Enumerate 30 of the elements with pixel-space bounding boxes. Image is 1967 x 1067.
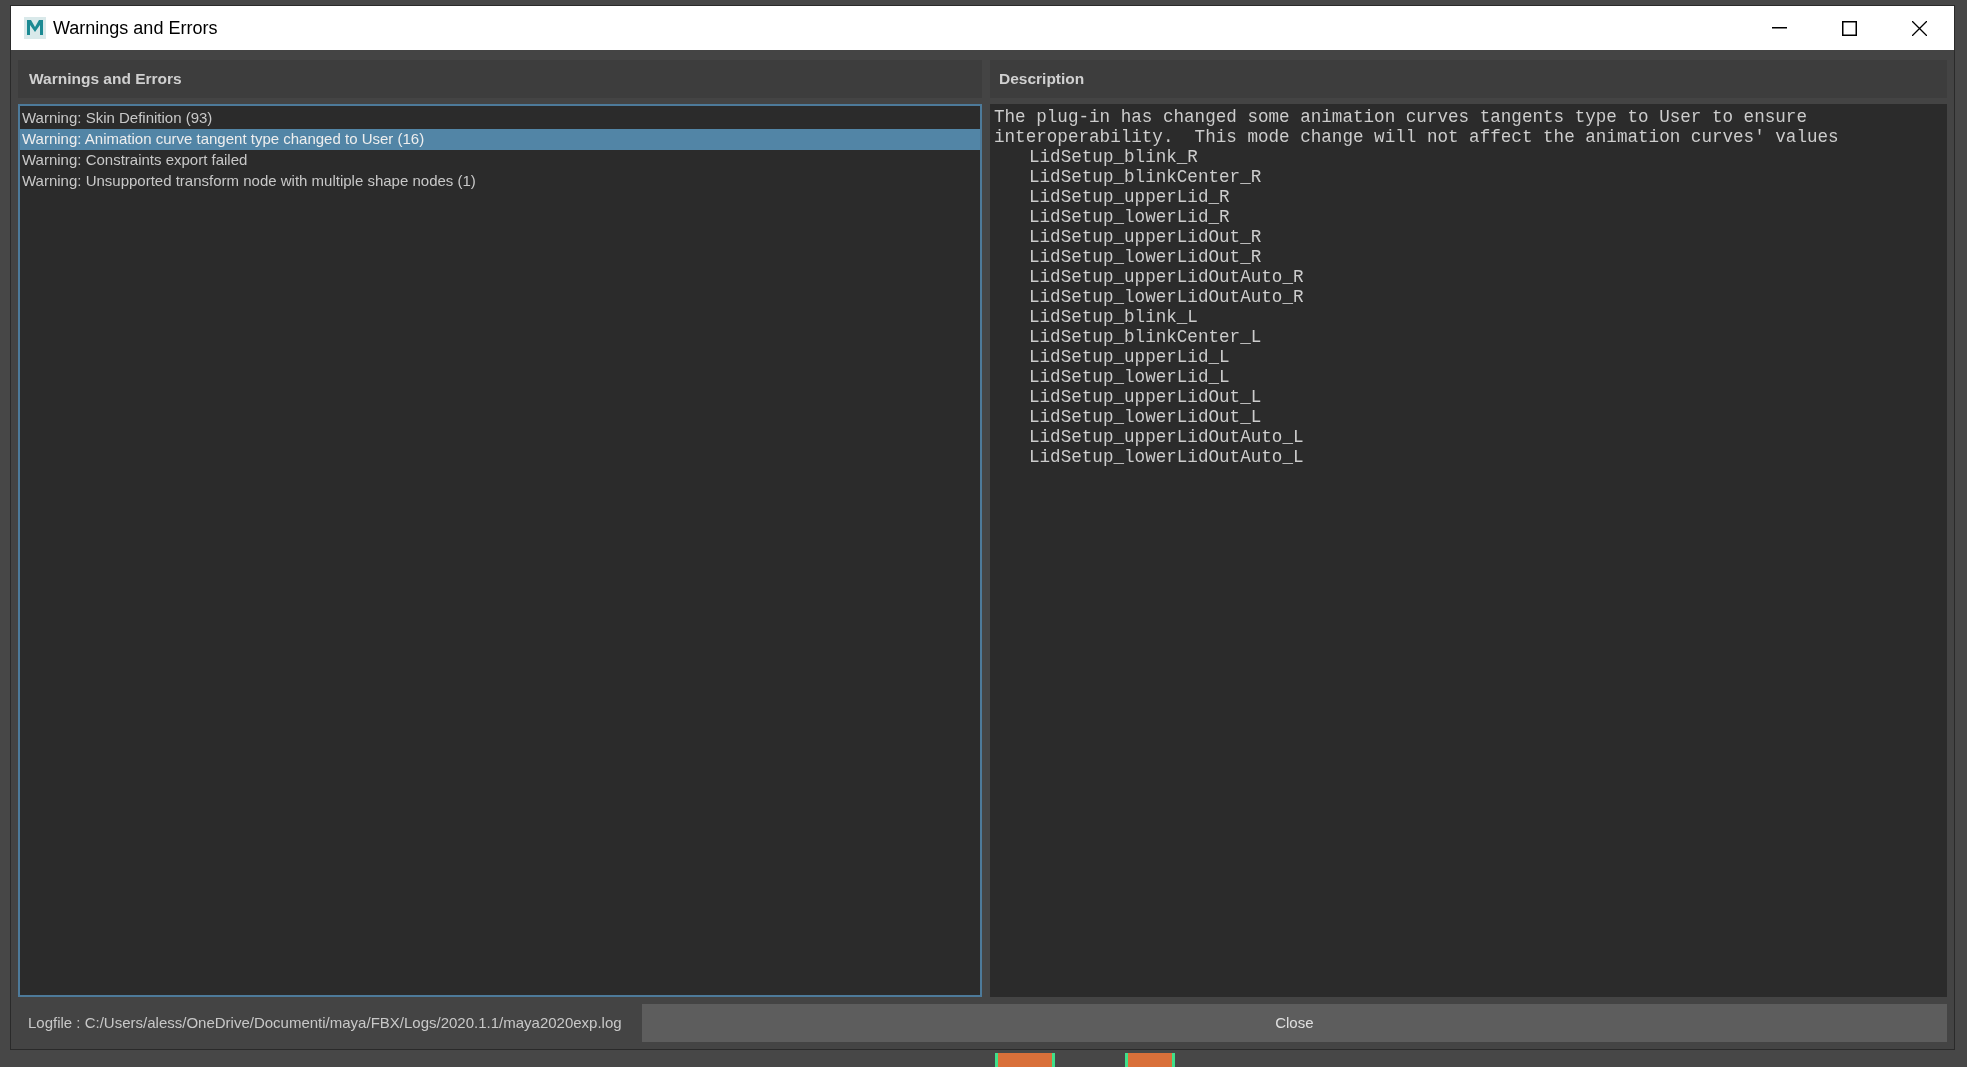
node-name: LidSetup_lowerLidOutAuto_L — [1028, 447, 1305, 467]
window-title: Warnings and Errors — [53, 16, 218, 40]
warning-item[interactable]: Warning: Animation curve tangent type changed to User (16) — [20, 129, 980, 150]
warning-item[interactable]: Warning: Unsupported transform node with multiple shape nodes (1) — [20, 171, 980, 192]
node-name: LidSetup_lowerLidOutAuto_R — [1028, 287, 1305, 307]
node-name: LidSetup_upperLidOut_R — [1028, 227, 1263, 247]
node-name: LidSetup_blink_R — [1028, 147, 1199, 167]
node-name: LidSetup_lowerLidOut_R — [1028, 247, 1263, 267]
node-name: LidSetup_upperLidOut_L — [1028, 387, 1263, 407]
node-name: LidSetup_upperLid_R — [1028, 187, 1231, 207]
node-name: LidSetup_blink_L — [1028, 307, 1199, 327]
node-name: LidSetup_blinkCenter_R — [1028, 167, 1263, 187]
panel-title: Description — [999, 69, 1085, 90]
panel-title: Warnings and Errors — [29, 69, 182, 90]
node-name: LidSetup_lowerLid_R — [1028, 207, 1231, 227]
maximize-icon — [1841, 20, 1857, 36]
minimize-icon — [1771, 27, 1787, 29]
app-logo-icon — [24, 17, 46, 39]
description-text: The plug-in has changed some animation curves tangents type to User to ensure interoperability. This mode change will not affect the animation curves' values — [994, 107, 1840, 147]
warning-item[interactable]: Warning: Skin Definition (93) — [20, 108, 980, 129]
node-name: LidSetup_upperLidOutAuto_R — [1028, 267, 1305, 287]
warning-item[interactable]: Warning: Constraints export failed — [20, 150, 980, 171]
node-name: LidSetup_lowerLid_L — [1028, 367, 1231, 387]
node-name: LidSetup_lowerLidOut_L — [1028, 407, 1263, 427]
logfile-path: Logfile : C:/Users/aless/OneDrive/Documenti/maya/FBX/Logs/2020.1.1/maya2020exp.log — [27, 1012, 622, 1033]
close-icon — [1911, 20, 1927, 36]
node-name: LidSetup_upperLid_L — [1028, 347, 1231, 367]
close-button[interactable]: Close — [641, 1004, 1947, 1042]
node-name: LidSetup_upperLidOutAuto_L — [1028, 427, 1305, 447]
node-name: LidSetup_blinkCenter_L — [1028, 327, 1263, 347]
